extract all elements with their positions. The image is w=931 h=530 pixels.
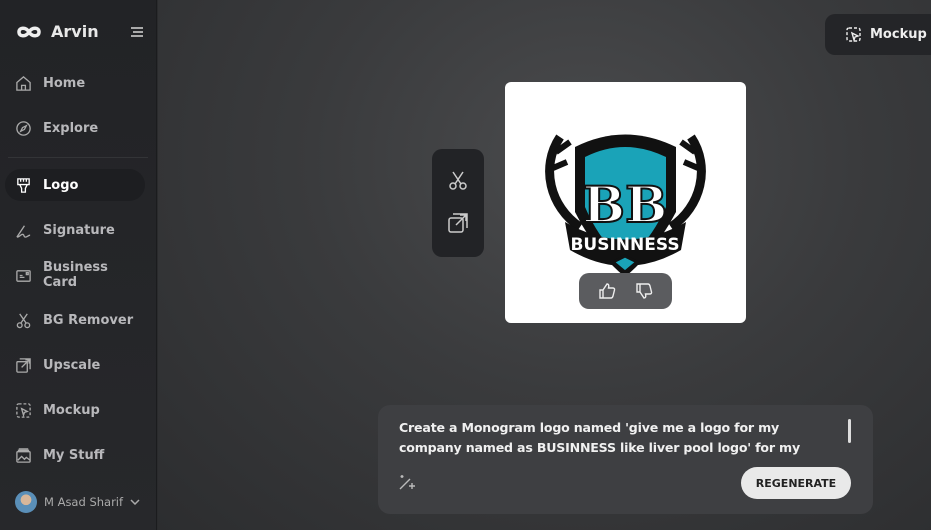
card-icon [16, 269, 31, 282]
sidebar-item-label: Signature [43, 222, 115, 238]
svg-text:BUSINNESS: BUSINNESS [570, 235, 679, 255]
regenerate-button[interactable]: REGENERATE [741, 467, 851, 499]
prompt-scrollbar[interactable] [848, 419, 851, 443]
svg-text:BB: BB [583, 175, 668, 234]
scissors-icon [16, 313, 31, 328]
mockup-button[interactable]: Mockup [825, 14, 931, 55]
sidebar-item-mockup[interactable]: Mockup [5, 394, 145, 426]
brush-icon [17, 177, 30, 193]
sidebar-item-logo[interactable]: Logo [5, 169, 145, 201]
image-tools [432, 149, 484, 257]
chevron-down-icon [130, 499, 140, 505]
brand[interactable]: Arvin [15, 22, 99, 41]
sidebar-item-label: Home [43, 75, 86, 91]
sidebar-item-label: BG Remover [43, 312, 134, 328]
mockup-label: Mockup [870, 27, 927, 42]
bg-remover-icon[interactable] [447, 169, 469, 191]
thumbs-down-icon[interactable] [635, 282, 653, 300]
signature-icon [16, 224, 31, 238]
sidebar-item-upscale[interactable]: Upscale [5, 349, 145, 381]
home-icon [16, 75, 31, 91]
sidebar-item-my-stuff[interactable]: My Stuff [5, 439, 145, 471]
sidebar-item-label: Explore [43, 120, 99, 136]
gallery-icon [16, 447, 31, 463]
sidebar-item-signature[interactable]: Signature [5, 214, 145, 246]
prompt-box: Create a Monogram logo named 'give me a … [378, 405, 873, 514]
sidebar-item-explore[interactable]: Explore [5, 112, 145, 144]
upscale-icon [16, 357, 31, 373]
magic-wand-icon[interactable] [398, 473, 416, 491]
user-name: M Asad Sharif [44, 495, 124, 509]
feedback-bar [579, 273, 672, 309]
sidebar: Arvin Home Explore Logo Signature Business C… [0, 0, 157, 530]
mockup-icon [16, 402, 31, 418]
sidebar-item-label: Mockup [43, 402, 100, 418]
upscale-icon[interactable] [447, 212, 469, 234]
user-menu[interactable]: M Asad Sharif [15, 491, 140, 513]
thumbs-up-icon[interactable] [598, 282, 616, 300]
divider [8, 157, 148, 158]
collapse-menu-button[interactable] [131, 27, 143, 37]
mockup-icon [846, 27, 861, 43]
sidebar-item-bg-remover[interactable]: BG Remover [5, 304, 145, 336]
prompt-input[interactable]: Create a Monogram logo named 'give me a … [399, 418, 829, 458]
compass-icon [16, 120, 31, 136]
sidebar-item-label: Business Card [43, 260, 108, 290]
avatar [15, 491, 37, 513]
sidebar-item-home[interactable]: Home [5, 67, 145, 99]
sidebar-item-business-card[interactable]: Business Card [5, 259, 145, 291]
sidebar-item-label: My Stuff [43, 447, 105, 463]
sidebar-item-label: Logo [43, 177, 79, 193]
app-name: Arvin [51, 22, 99, 41]
sidebar-item-label: Upscale [43, 357, 101, 373]
infinity-logo-icon [17, 26, 41, 37]
